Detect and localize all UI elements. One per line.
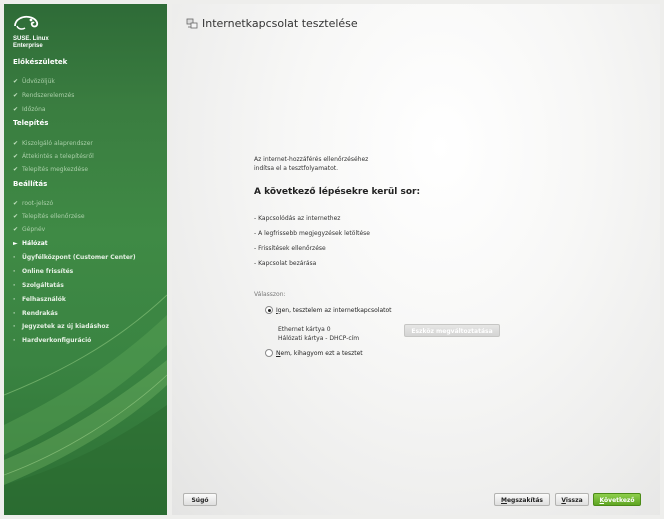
step-users: · Felhasználók (13, 296, 66, 303)
bullet-icon: · (13, 254, 16, 261)
step-welcome: ✔ Üdvözöljük (13, 78, 55, 85)
list-item: - Kapcsolat bezárása (254, 260, 317, 267)
step-cleanup: · Rendrakás (13, 310, 58, 317)
step-system-analysis: ✔ Rendszerelemzés (13, 92, 75, 99)
sidebar: SUSE. Linux Enterprise Előkészületek ✔ Üd… (4, 4, 167, 515)
bullet-icon: · (13, 310, 16, 317)
suse-chameleon-logo-icon (13, 14, 39, 32)
check-icon: ✔ (13, 92, 19, 99)
step-start-install: ✔ Telepítés megkezdése (13, 166, 89, 173)
intro-text: Az internet-hozzáférés ellenőrzéséhez in… (254, 156, 369, 172)
arrow-right-icon: ► (13, 240, 18, 247)
check-icon: ✔ (13, 166, 19, 173)
step-root-password: ✔ root-jelszó (13, 200, 54, 207)
bullet-icon: · (13, 337, 16, 344)
step-hostname: ✔ Gépnév (13, 226, 46, 233)
step-install-overview: ✔ Áttekintés a telepítésről (13, 153, 94, 160)
check-icon: ✔ (13, 153, 19, 160)
choose-label: Válasszon: (254, 291, 286, 298)
section-installation: Telepítés (13, 119, 49, 127)
next-button[interactable]: Következő (593, 493, 641, 506)
check-icon: ✔ (13, 140, 19, 147)
suse-logo-text: SUSE. Linux Enterprise (13, 36, 49, 49)
bullet-icon: · (13, 296, 16, 303)
radio-selected-icon[interactable] (265, 306, 273, 314)
network-interface-info: Ethernet kártya 0 Hálózati kártya - DHCP… (278, 326, 360, 342)
bullet-icon: · (13, 268, 16, 275)
check-icon: ✔ (13, 78, 19, 85)
abort-button[interactable]: Megszakítás (494, 493, 550, 506)
radio-yes-test[interactable]: Igen, tesztelem az internetkapcsolatot (265, 306, 392, 314)
step-customer-center: · Ügyfélközpont (Customer Center) (13, 254, 136, 261)
step-network: ► Hálózat (13, 240, 48, 247)
section-preparation: Előkészületek (13, 58, 68, 66)
check-icon: ✔ (13, 106, 19, 113)
step-release-notes: · Jegyzetek az új kiadáshoz (13, 323, 110, 330)
change-device-button[interactable]: Eszköz megváltoztatása (404, 324, 500, 337)
page-title: Internetkapcsolat tesztelése (186, 17, 358, 30)
bullet-icon: · (13, 282, 16, 289)
main-panel: Internetkapcsolat tesztelése Az internet… (172, 4, 660, 515)
check-icon: ✔ (13, 200, 19, 207)
check-icon: ✔ (13, 213, 19, 220)
bullet-icon: · (13, 323, 16, 330)
network-icon (186, 18, 198, 30)
step-server-base: ✔ Kiszolgáló alaprendszer (13, 140, 93, 147)
list-item: - Frissítések ellenőrzése (254, 245, 326, 252)
step-hardware-config: · Hardverkonfiguráció (13, 337, 92, 344)
radio-skip-test[interactable]: Nem, kihagyom ezt a tesztet (265, 349, 363, 357)
step-services: · Szolgáltatás (13, 282, 64, 289)
step-install-check: ✔ Telepítés ellenőrzése (13, 213, 85, 220)
section-configuration: Beállítás (13, 180, 48, 188)
list-item: - A legfrissebb megjegyzések letöltése (254, 230, 370, 237)
back-button[interactable]: Vissza (555, 493, 589, 506)
step-online-update: · Online frissítés (13, 268, 74, 275)
check-icon: ✔ (13, 226, 19, 233)
radio-unselected-icon[interactable] (265, 349, 273, 357)
help-button[interactable]: Súgó (183, 493, 217, 506)
step-timezone: ✔ Időzóna (13, 106, 46, 113)
list-item: - Kapcsolódás az internethez (254, 215, 341, 222)
steps-heading: A következő lépésekre kerül sor: (254, 187, 421, 197)
